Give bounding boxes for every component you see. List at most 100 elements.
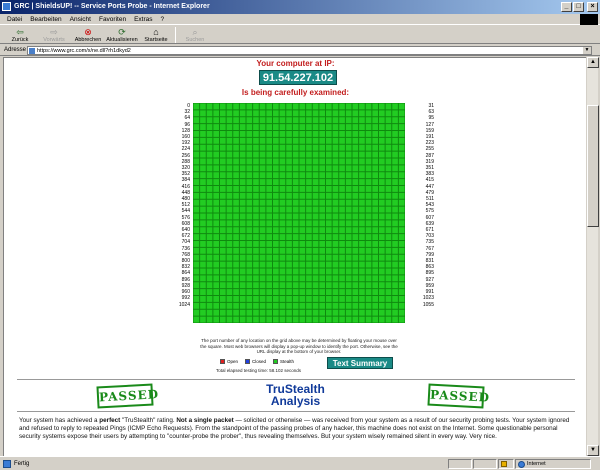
port-cell[interactable] bbox=[193, 103, 200, 110]
port-cell[interactable] bbox=[233, 124, 239, 131]
port-cell[interactable] bbox=[273, 110, 279, 117]
port-cell[interactable] bbox=[319, 254, 326, 261]
port-cell[interactable] bbox=[299, 179, 306, 186]
port-cell[interactable] bbox=[200, 199, 206, 206]
port-cell[interactable] bbox=[345, 158, 352, 165]
port-cell[interactable] bbox=[292, 309, 299, 316]
port-cell[interactable] bbox=[206, 131, 213, 137]
port-cell[interactable] bbox=[239, 275, 246, 282]
port-cell[interactable] bbox=[352, 227, 359, 234]
port-cell[interactable] bbox=[332, 110, 339, 117]
port-cell[interactable] bbox=[312, 247, 319, 254]
port-cell[interactable] bbox=[339, 241, 345, 247]
port-cell[interactable] bbox=[279, 165, 286, 172]
port-cell[interactable] bbox=[398, 227, 405, 234]
port-cell[interactable] bbox=[279, 282, 286, 289]
port-cell[interactable] bbox=[213, 220, 220, 227]
port-cell[interactable] bbox=[246, 192, 253, 199]
port-cell[interactable] bbox=[352, 309, 359, 316]
port-cell[interactable] bbox=[339, 268, 345, 275]
port-cell[interactable] bbox=[299, 220, 306, 227]
port-cell[interactable] bbox=[326, 309, 332, 316]
port-cell[interactable] bbox=[398, 241, 405, 247]
port-cell[interactable] bbox=[379, 289, 385, 296]
port-cell[interactable] bbox=[279, 124, 286, 131]
port-cell[interactable] bbox=[259, 103, 266, 110]
port-cell[interactable] bbox=[286, 179, 292, 186]
port-cell[interactable] bbox=[266, 316, 273, 323]
port-cell[interactable] bbox=[326, 158, 332, 165]
port-cell[interactable] bbox=[206, 151, 213, 158]
port-cell[interactable] bbox=[379, 110, 385, 117]
port-cell[interactable] bbox=[319, 261, 326, 268]
port-cell[interactable] bbox=[200, 186, 206, 192]
port-cell[interactable] bbox=[345, 268, 352, 275]
port-cell[interactable] bbox=[359, 158, 365, 165]
port-cell[interactable] bbox=[359, 316, 365, 323]
port-cell[interactable] bbox=[226, 103, 233, 110]
port-cell[interactable] bbox=[259, 158, 266, 165]
port-cell[interactable] bbox=[253, 309, 259, 316]
port-cell[interactable] bbox=[239, 234, 246, 241]
port-cell[interactable] bbox=[299, 124, 306, 131]
port-cell[interactable] bbox=[273, 247, 279, 254]
port-cell[interactable] bbox=[326, 227, 332, 234]
port-cell[interactable] bbox=[233, 110, 239, 117]
port-cell[interactable] bbox=[259, 241, 266, 247]
port-cell[interactable] bbox=[206, 213, 213, 220]
port-cell[interactable] bbox=[352, 103, 359, 110]
port-cell[interactable] bbox=[385, 103, 392, 110]
port-cell[interactable] bbox=[359, 179, 365, 186]
port-cell[interactable] bbox=[239, 227, 246, 234]
port-cell[interactable] bbox=[259, 186, 266, 192]
port-cell[interactable] bbox=[266, 131, 273, 137]
port-cell[interactable] bbox=[345, 137, 352, 144]
port-cell[interactable] bbox=[326, 103, 332, 110]
port-cell[interactable] bbox=[220, 289, 226, 296]
port-cell[interactable] bbox=[279, 110, 286, 117]
port-cell[interactable] bbox=[239, 103, 246, 110]
port-cell[interactable] bbox=[392, 172, 398, 179]
port-cell[interactable] bbox=[319, 179, 326, 186]
port-cell[interactable] bbox=[359, 268, 365, 275]
port-cell[interactable] bbox=[292, 192, 299, 199]
port-cell[interactable] bbox=[286, 199, 292, 206]
port-cell[interactable] bbox=[398, 192, 405, 199]
port-cell[interactable] bbox=[206, 165, 213, 172]
port-cell[interactable] bbox=[319, 103, 326, 110]
port-cell[interactable] bbox=[193, 199, 200, 206]
port-cell[interactable] bbox=[193, 158, 200, 165]
port-cell[interactable] bbox=[206, 268, 213, 275]
port-cell[interactable] bbox=[339, 282, 345, 289]
port-cell[interactable] bbox=[279, 289, 286, 296]
port-cell[interactable] bbox=[326, 137, 332, 144]
port-cell[interactable] bbox=[359, 144, 365, 151]
port-cell[interactable] bbox=[306, 213, 312, 220]
port-cell[interactable] bbox=[299, 117, 306, 124]
port-cell[interactable] bbox=[200, 131, 206, 137]
port-cell[interactable] bbox=[292, 268, 299, 275]
port-cell[interactable] bbox=[352, 131, 359, 137]
port-cell[interactable] bbox=[332, 137, 339, 144]
port-cell[interactable] bbox=[339, 234, 345, 241]
port-cell[interactable] bbox=[246, 137, 253, 144]
port-cell[interactable] bbox=[220, 234, 226, 241]
port-cell[interactable] bbox=[239, 302, 246, 309]
port-cell[interactable] bbox=[372, 192, 379, 199]
port-cell[interactable] bbox=[226, 165, 233, 172]
port-cell[interactable] bbox=[286, 247, 292, 254]
port-cell[interactable] bbox=[372, 124, 379, 131]
address-input[interactable]: https://www.grc.com/x/ne.dll?rh1dkyd2 ▼ bbox=[27, 46, 592, 55]
port-cell[interactable] bbox=[379, 137, 385, 144]
port-cell[interactable] bbox=[299, 213, 306, 220]
port-cell[interactable] bbox=[385, 117, 392, 124]
port-cell[interactable] bbox=[239, 179, 246, 186]
port-cell[interactable] bbox=[319, 192, 326, 199]
port-cell[interactable] bbox=[312, 227, 319, 234]
port-cell[interactable] bbox=[279, 241, 286, 247]
port-cell[interactable] bbox=[345, 124, 352, 131]
port-cell[interactable] bbox=[213, 254, 220, 261]
port-cell[interactable] bbox=[312, 234, 319, 241]
port-cell[interactable] bbox=[253, 234, 259, 241]
port-cell[interactable] bbox=[365, 103, 372, 110]
